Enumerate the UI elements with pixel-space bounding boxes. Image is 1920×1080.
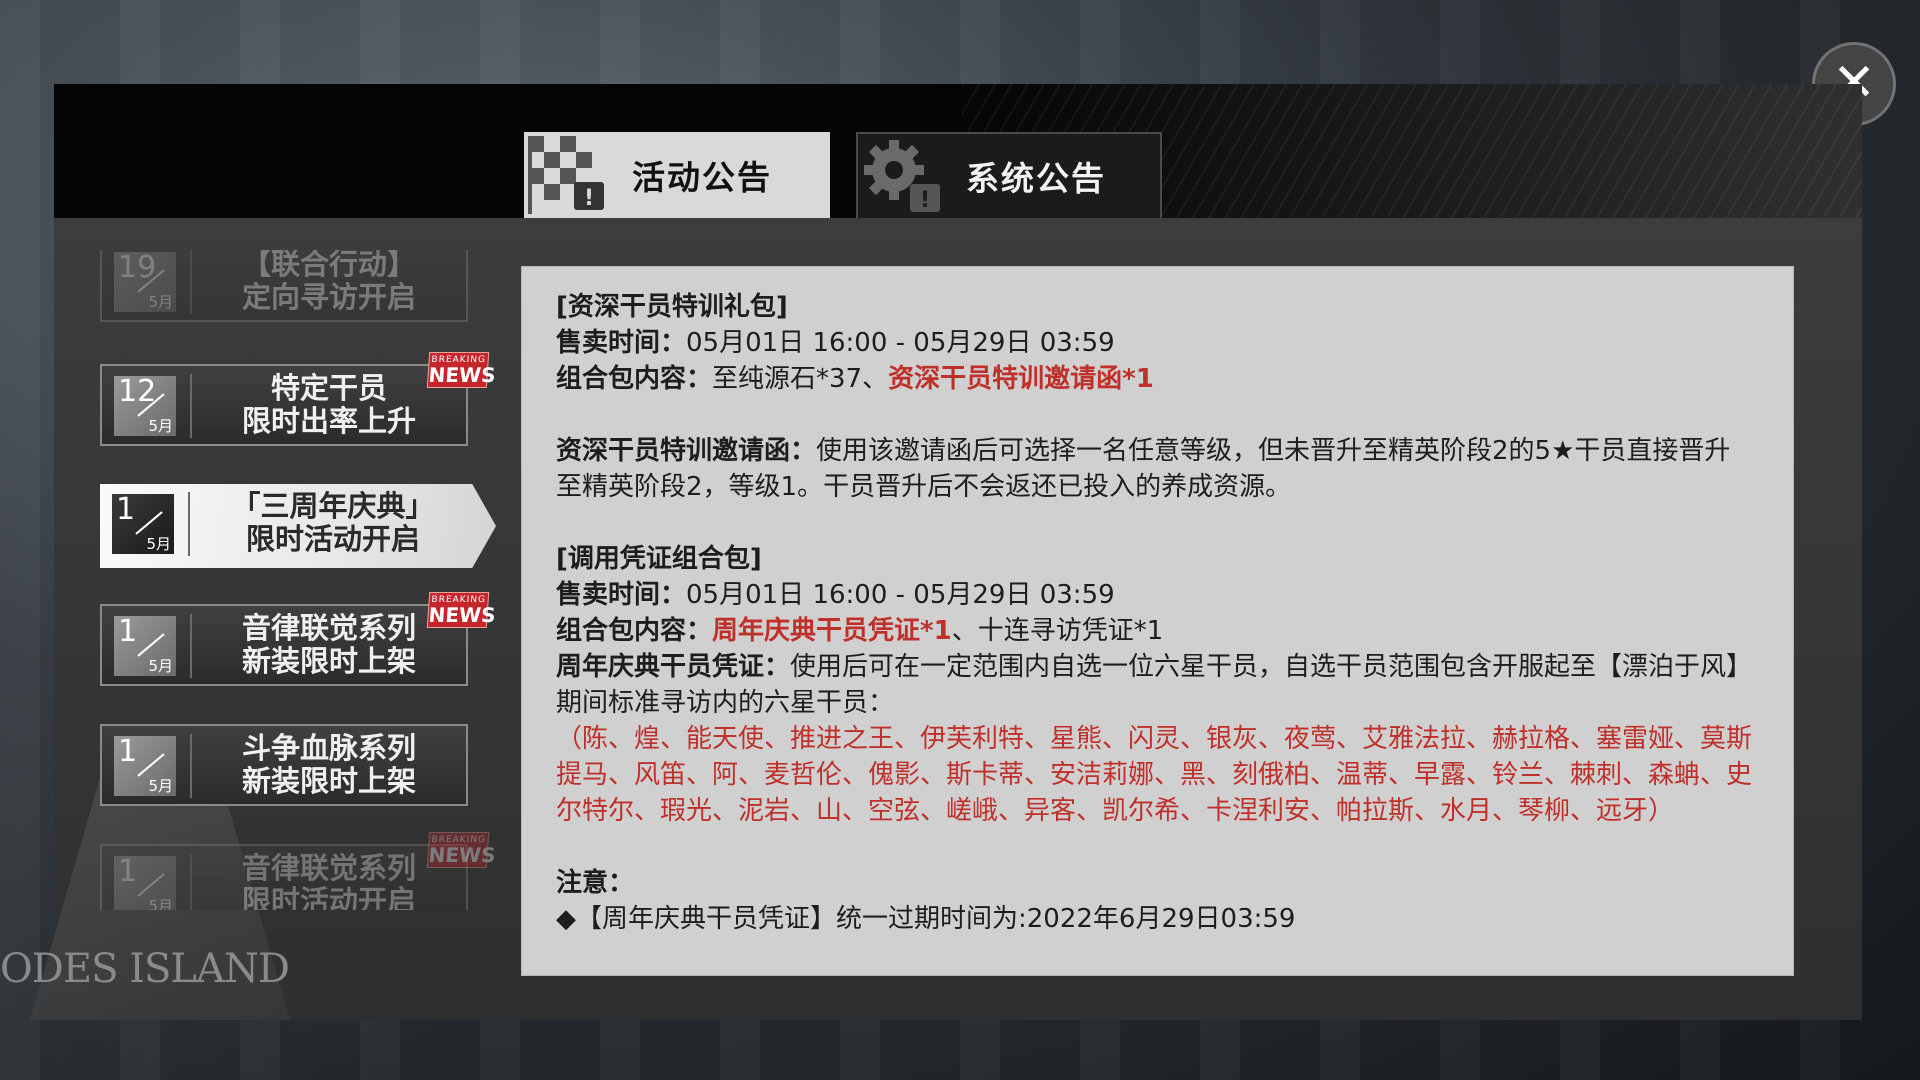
invitation-label: 资深干员特训邀请函： <box>556 436 817 466</box>
item-title-line2: 新装限时上架 <box>241 764 416 798</box>
news-badge-bottom: NEWS <box>427 843 497 867</box>
item-title-line1: 【联合行动】 <box>241 250 416 281</box>
section-title: [调用凭证组合包] <box>556 544 762 574</box>
date-badge: 1 5月 <box>112 492 174 554</box>
breaking-news-badge: BREAKING NEWS <box>426 592 497 628</box>
date-badge: 1 5月 <box>114 854 176 910</box>
notice-line: ◆【周年庆典干员凭证】统一过期时间为:2022年6月29日03:59 <box>556 904 1296 934</box>
section-title: [资深干员特训礼包] <box>556 292 788 322</box>
operator-list: （陈、煌、能天使、推进之王、伊芙利特、星熊、闪灵、银灰、夜莺、艾雅法拉、赫拉格、… <box>556 724 1753 826</box>
gear-icon: ! <box>864 140 940 213</box>
date-month: 5月 <box>148 897 173 910</box>
sale-time-value: 05月01日 16:00 - 05月29日 03:59 <box>686 328 1115 358</box>
voucher-label: 周年庆典干员凭证： <box>556 652 791 682</box>
item-title: 【联合行动】 定向寻访开启 <box>198 250 460 314</box>
date-month: 5月 <box>146 535 171 553</box>
checkered-flag-icon: ! <box>528 136 604 214</box>
date-day: 1 <box>118 734 138 769</box>
announcement-content[interactable]: [资深干员特训礼包] 售卖时间：05月01日 16:00 - 05月29日 03… <box>521 266 1794 976</box>
divider <box>190 614 192 678</box>
bundle-contents-value: 、十连寻访凭证*1 <box>951 616 1164 646</box>
item-title-line2: 新装限时上架 <box>241 644 416 678</box>
divider <box>188 492 190 556</box>
news-badge-bottom: NEWS <box>427 363 497 387</box>
sale-time-label: 售卖时间： <box>556 580 687 610</box>
date-slash <box>137 753 165 777</box>
date-slash <box>137 873 165 897</box>
divider <box>190 734 192 798</box>
date-badge: 12 5月 <box>114 374 176 436</box>
item-title-line2: 限时活动开启 <box>245 522 420 556</box>
sale-time-label: 售卖时间： <box>556 328 687 358</box>
breaking-news-badge: BREAKING NEWS <box>426 832 497 868</box>
item-title: 特定干员 限时出率上升 <box>198 372 460 438</box>
announcement-list[interactable]: 19 5月 【联合行动】 定向寻访开启 12 5月 特定干员 限时出率上升 BR… <box>100 250 500 910</box>
divider <box>190 854 192 910</box>
item-title: 音律联觉系列 新装限时上架 <box>198 612 460 678</box>
item-title-line1: 音律联觉系列 <box>241 611 416 645</box>
breaking-news-badge: BREAKING NEWS <box>426 352 497 388</box>
list-item[interactable]: 1 5月 斗争血脉系列 新装限时上架 <box>100 724 468 806</box>
list-item[interactable]: 19 5月 【联合行动】 定向寻访开启 <box>100 250 468 322</box>
list-item-selected[interactable]: 1 5月 「三周年庆典」 限时活动开启 <box>100 484 496 568</box>
item-title: 斗争血脉系列 新装限时上架 <box>198 732 460 798</box>
content-body: [资深干员特训礼包] 售卖时间：05月01日 16:00 - 05月29日 03… <box>522 267 1793 937</box>
svg-text:!: ! <box>920 188 930 213</box>
date-day: 1 <box>116 492 136 527</box>
sale-time-value: 05月01日 16:00 - 05月29日 03:59 <box>686 580 1115 610</box>
list-item[interactable]: 1 5月 音律联觉系列 新装限时上架 <box>100 604 468 686</box>
date-slash <box>135 511 163 535</box>
notice-title: 注意： <box>556 868 635 898</box>
bundle-contents-value: 至纯源石*37、 <box>712 364 889 394</box>
date-month: 5月 <box>148 293 173 311</box>
date-slash <box>137 633 165 657</box>
bundle-contents-row: 组合包内容：至纯源石*37、资深干员特训邀请函*1 <box>556 361 1755 397</box>
bundle-contents-highlight: 资深干员特训邀请函*1 <box>888 364 1154 394</box>
tab-system-announcements[interactable]: ! 系统公告 <box>856 132 1162 218</box>
tab-label: 活动公告 <box>632 158 772 197</box>
item-title-line1: 音律联觉系列 <box>241 851 416 885</box>
item-title-line1: 「三周年庆典」 <box>231 489 435 523</box>
tab-label: 系统公告 <box>966 159 1106 198</box>
bundle-contents-highlight: 周年庆典干员凭证*1 <box>712 616 952 646</box>
divider <box>190 250 192 314</box>
sale-time-row: 售卖时间：05月01日 16:00 - 05月29日 03:59 <box>556 577 1755 613</box>
item-title-line2: 限时出率上升 <box>241 404 416 438</box>
date-badge: 1 5月 <box>114 614 176 676</box>
bundle-contents-label: 组合包内容： <box>556 364 713 394</box>
item-title-line2: 限时活动开启 <box>241 884 416 911</box>
news-badge-bottom: NEWS <box>427 603 497 627</box>
sale-time-row: 售卖时间：05月01日 16:00 - 05月29日 03:59 <box>556 325 1755 361</box>
voucher-description: 周年庆典干员凭证：使用后可在一定范围内自选一位六星干员，自选干员范围包含开服起至… <box>556 649 1755 721</box>
tab-bar: ! 活动公告 ! 系统公告 <box>54 84 1862 218</box>
invitation-description: 资深干员特训邀请函：使用该邀请函后可选择一名任意等级，但未晋升至精英阶段2的5★… <box>556 433 1755 505</box>
tab-activity-announcements[interactable]: ! 活动公告 <box>524 132 830 218</box>
item-title-line1: 斗争血脉系列 <box>241 731 416 765</box>
item-title: 音律联觉系列 限时活动开启 <box>198 851 460 911</box>
list-item[interactable]: 12 5月 特定干员 限时出率上升 <box>100 364 468 446</box>
item-title: 「三周年庆典」 限时活动开启 <box>200 490 466 556</box>
bundle-contents-label: 组合包内容： <box>556 616 713 646</box>
divider <box>190 374 192 438</box>
item-title-line2: 定向寻访开启 <box>241 280 416 314</box>
list-item[interactable]: 1 5月 音律联觉系列 限时活动开启 <box>100 844 468 910</box>
item-title-line1: 特定干员 <box>270 371 387 405</box>
svg-text:!: ! <box>584 186 594 211</box>
date-badge: 1 5月 <box>114 734 176 796</box>
date-badge: 19 5月 <box>114 250 176 312</box>
date-day: 1 <box>118 614 138 649</box>
date-day: 1 <box>118 854 138 889</box>
date-month: 5月 <box>148 657 173 675</box>
date-month: 5月 <box>148 777 173 795</box>
bundle-contents-row: 组合包内容：周年庆典干员凭证*1、十连寻访凭证*1 <box>556 613 1755 649</box>
date-month: 5月 <box>148 417 173 435</box>
